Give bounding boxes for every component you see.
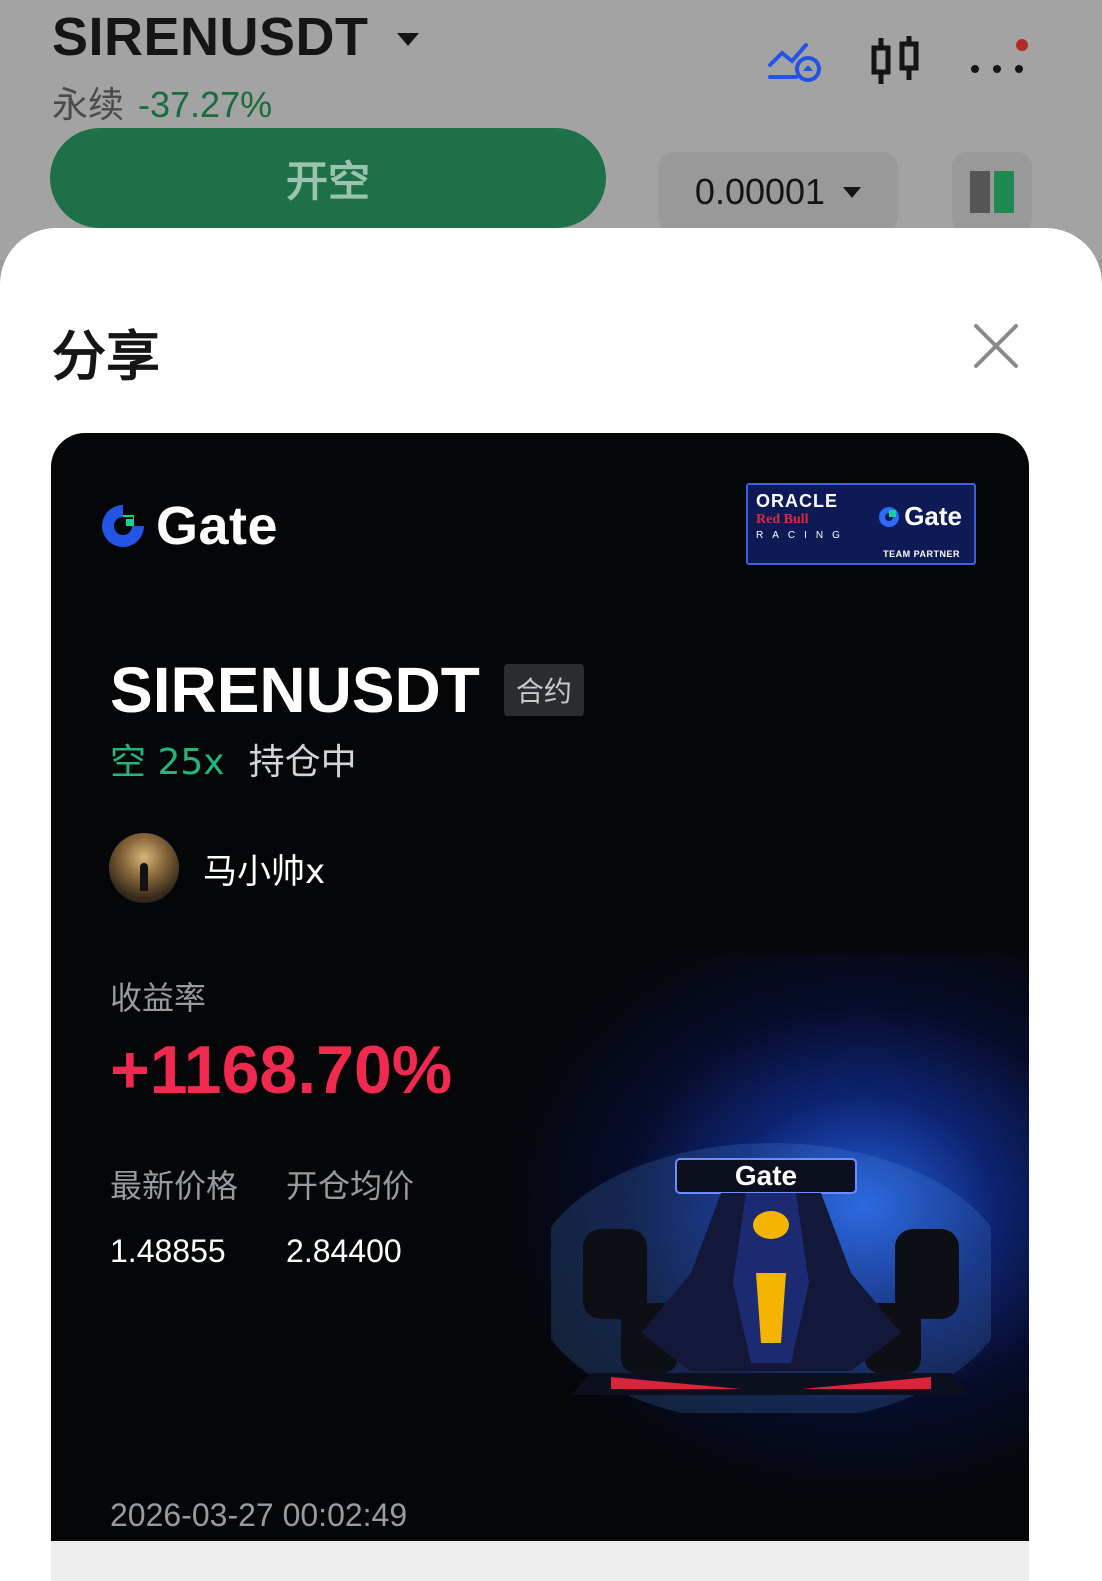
gate-logo: Gate <box>98 495 278 557</box>
user-info: 马小帅x <box>109 833 325 903</box>
username: 马小帅x <box>203 851 326 892</box>
gate-logo-icon <box>102 505 144 547</box>
orderbook-layout-icon <box>970 171 1014 213</box>
gate-logo-icon <box>879 506 900 527</box>
partner-gate: Gate <box>878 501 962 532</box>
card-bottom-strip <box>51 1541 1029 1581</box>
latest-price-col: 最新价格 1.48855 <box>110 1161 238 1270</box>
position-status: 持仓中 <box>248 742 357 783</box>
price-alert-icon[interactable] <box>766 37 822 85</box>
price-info: 最新价格 1.48855 开仓均价 2.84400 <box>110 1161 414 1270</box>
entry-price-label: 开仓均价 <box>286 1167 415 1205</box>
car-wing-text: Gate <box>735 1160 797 1191</box>
brand-name: Gate <box>156 496 279 556</box>
timestamp: 2026-03-27 00:02:49 <box>110 1497 408 1533</box>
roi-value: +1168.70% <box>110 1032 453 1108</box>
trading-screen: SIRENUSDT 永续 -37.27% 开空 0.00001 <box>0 0 1102 260</box>
latest-price-label: 最新价格 <box>110 1167 239 1205</box>
roi-label: 收益率 <box>110 979 207 1017</box>
orderbook-layout-button[interactable] <box>952 152 1032 232</box>
candlestick-icon[interactable] <box>870 34 922 88</box>
more-icon[interactable] <box>970 39 1032 83</box>
entry-price-value: 2.84400 <box>286 1233 402 1269</box>
latest-price-value: 1.48855 <box>110 1233 226 1269</box>
close-icon[interactable] <box>968 318 1024 374</box>
chevron-down-icon <box>843 186 862 198</box>
entry-price-col: 开仓均价 2.84400 <box>286 1161 414 1270</box>
card-symbol: SIRENUSDT 合约 <box>110 653 584 727</box>
price-change: -37.27% <box>138 84 273 125</box>
pair-selector[interactable]: SIRENUSDT <box>52 6 419 68</box>
tick-size-select[interactable]: 0.00001 <box>658 152 898 232</box>
team-partner-badge: ORACLE Red Bull RACING Gate TEAM PARTNER <box>746 483 976 565</box>
race-car-illustration: Gate <box>551 1143 991 1413</box>
pair-subtitle: 永续 -37.27% <box>52 76 272 128</box>
pair-name: SIRENUSDT <box>52 7 369 67</box>
share-card: Gate ORACLE Red Bull RACING Gate TEAM PA… <box>51 433 1029 1543</box>
header-actions <box>766 34 1032 88</box>
market-type: 永续 <box>52 85 125 126</box>
contract-badge: 合约 <box>503 664 584 716</box>
tick-size-value: 0.00001 <box>694 171 826 212</box>
partner-tag: TEAM PARTNER <box>883 549 960 559</box>
chevron-down-icon <box>396 32 419 46</box>
avatar <box>109 833 179 903</box>
position-line: 空 25x 持仓中 <box>110 733 357 785</box>
symbol-name: SIRENUSDT <box>110 654 480 726</box>
open-short-button[interactable]: 开空 <box>50 128 606 228</box>
partner-brand: Gate <box>904 501 962 531</box>
sheet-title: 分享 <box>52 325 160 388</box>
position-side: 空 25x <box>110 742 225 783</box>
